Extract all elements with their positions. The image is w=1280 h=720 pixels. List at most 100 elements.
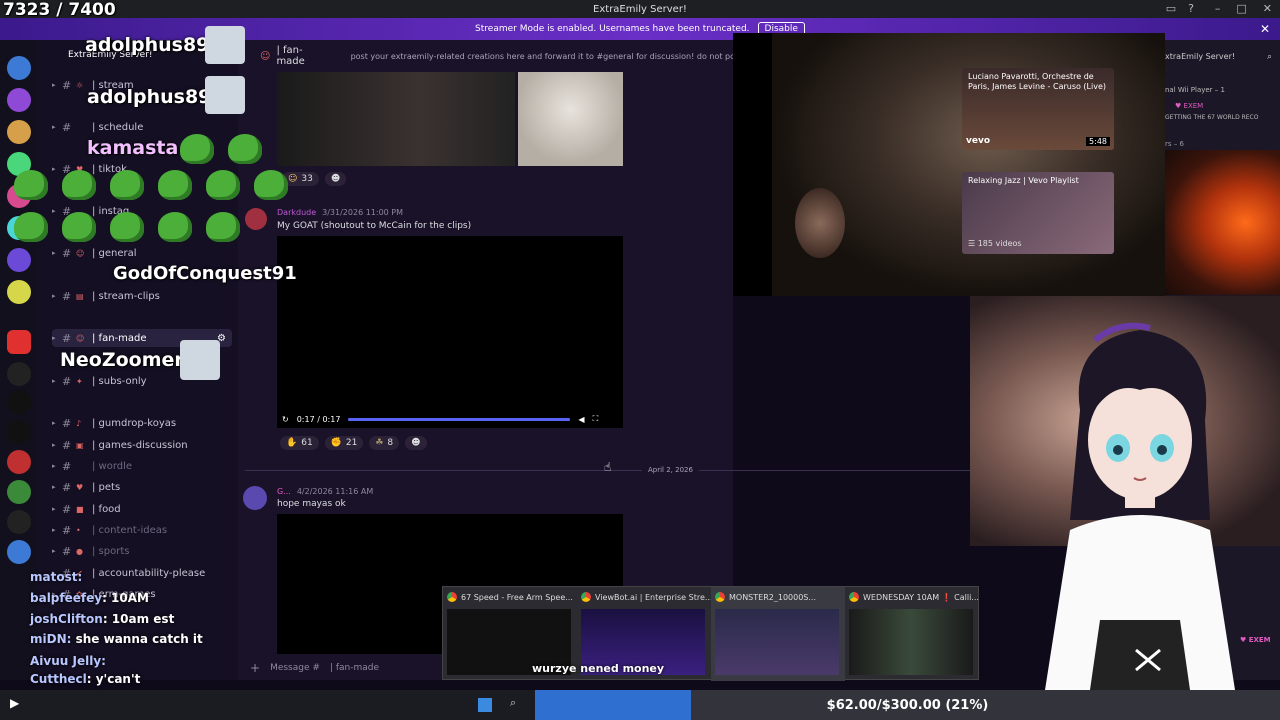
fullscreen-icon[interactable]: ⛶ bbox=[593, 414, 599, 424]
vtuber-avatar bbox=[1045, 322, 1235, 690]
help-icon[interactable]: ? bbox=[1188, 2, 1194, 15]
avatar[interactable] bbox=[243, 486, 267, 510]
taskbar-search-icon[interactable]: ⌕ bbox=[510, 696, 516, 710]
add-reaction-icon[interactable]: ☻ bbox=[324, 172, 347, 186]
channel-item[interactable]: ▸ # | wordle bbox=[52, 457, 132, 475]
message-time: 3/31/2026 11:00 PM bbox=[322, 208, 404, 217]
server-icon[interactable] bbox=[7, 390, 31, 414]
tab-preview[interactable]: MONSTER2_10000S... bbox=[711, 587, 845, 681]
search-icon[interactable]: ⌕ bbox=[1267, 52, 1272, 62]
reaction-emoji: ✊ bbox=[330, 438, 342, 448]
message-author[interactable]: G... bbox=[277, 487, 291, 496]
video-progress[interactable] bbox=[348, 417, 571, 421]
expand-arrow-icon[interactable]: ▸ bbox=[52, 165, 62, 173]
channel-item[interactable]: ▸ # ■ | food bbox=[52, 500, 121, 518]
expand-arrow-icon[interactable]: ▸ bbox=[52, 526, 62, 534]
channel-emoji-icon: ● bbox=[76, 546, 83, 556]
playlist-card[interactable]: Relaxing Jazz | Vevo Playlist ☰ 185 vide… bbox=[962, 172, 1114, 254]
expand-arrow-icon[interactable]: ▸ bbox=[52, 547, 62, 555]
video-card[interactable]: Luciano Pavarotti, Orchestre de Paris, J… bbox=[962, 68, 1114, 150]
channel-item[interactable]: ▸ # ♪ | gumdrop-koyas bbox=[52, 414, 176, 432]
expand-arrow-icon[interactable]: ▸ bbox=[52, 419, 62, 427]
server-icon[interactable] bbox=[7, 56, 31, 80]
channel-hash-icon: # bbox=[62, 289, 72, 303]
expand-arrow-icon[interactable]: ▸ bbox=[52, 81, 62, 89]
reaction[interactable]: ✋ 61 bbox=[280, 436, 319, 450]
window-title: ExtraEmily Server! bbox=[593, 3, 687, 15]
youtube-icon[interactable] bbox=[7, 330, 31, 354]
message-meta: Darkdude 3/31/2026 11:00 PM bbox=[277, 208, 403, 217]
overlay-chat-user: joshClifton bbox=[30, 612, 103, 626]
server-icon[interactable] bbox=[7, 120, 31, 144]
video-progress-fill bbox=[348, 417, 571, 421]
inbox-icon[interactable]: ▭ bbox=[1166, 2, 1176, 15]
overlay-chat-line: Cutthecl: y'can't bbox=[30, 672, 140, 686]
server-icon[interactable] bbox=[7, 88, 31, 112]
channel-header: ☺ | fan-made post your extraemily-relate… bbox=[238, 45, 733, 67]
playlist-count: ☰ 185 videos bbox=[968, 239, 1022, 248]
expand-arrow-icon[interactable]: ▸ bbox=[52, 377, 62, 385]
overlay-chat-message: she wanna catch it bbox=[71, 632, 203, 646]
channel-item[interactable]: ▸ # ✦ | subs-only bbox=[52, 372, 147, 390]
server-icon[interactable] bbox=[7, 540, 31, 564]
channel-hash-icon: # bbox=[62, 120, 72, 134]
expand-arrow-icon[interactable]: ▸ bbox=[52, 123, 62, 131]
vtuber-pupil-left bbox=[1113, 445, 1123, 455]
volume-icon[interactable]: ◀ bbox=[578, 415, 584, 424]
expand-arrow-icon[interactable]: ▸ bbox=[52, 207, 62, 215]
reaction[interactable]: ✊ 21 bbox=[324, 436, 364, 450]
channel-item[interactable]: ▸ # ♥ | pets bbox=[52, 478, 120, 496]
message-author[interactable]: Darkdude bbox=[277, 208, 316, 217]
close-window-icon[interactable]: ✕ bbox=[1263, 2, 1272, 15]
server-icon[interactable] bbox=[7, 510, 31, 534]
overlay-username: NeoZoomer bbox=[60, 349, 184, 371]
windows-start-icon[interactable] bbox=[478, 698, 492, 712]
pepe-emote-icon bbox=[62, 170, 96, 200]
channel-item[interactable]: ▸ # ▣ | games-discussion bbox=[52, 436, 188, 454]
tab-title: ViewBot.ai | Enterprise Stre... bbox=[595, 593, 711, 602]
channel-emoji-icon: ✦ bbox=[76, 376, 83, 386]
tab-thumbnail bbox=[849, 609, 973, 675]
minimize-icon[interactable]: – bbox=[1215, 2, 1221, 15]
right-badge: ♥ EXEM bbox=[1240, 636, 1271, 644]
reaction-emoji: ✋ bbox=[286, 438, 298, 448]
expand-arrow-icon[interactable]: ▸ bbox=[52, 441, 62, 449]
expand-arrow-icon[interactable]: ▸ bbox=[52, 505, 62, 513]
play-icon[interactable]: ▶ bbox=[10, 696, 19, 710]
replay-icon[interactable]: ↻ bbox=[282, 415, 289, 424]
channel-emoji-icon: ■ bbox=[76, 504, 84, 514]
channel-emoji-icon: ☺ bbox=[76, 333, 85, 343]
server-icon[interactable] bbox=[7, 248, 31, 272]
channel-label: | gumdrop-koyas bbox=[92, 417, 177, 429]
close-icon[interactable]: ✕ bbox=[1260, 22, 1270, 36]
server-icon[interactable] bbox=[7, 280, 31, 304]
channel-item[interactable]: ▸ # ● | sports bbox=[52, 542, 129, 560]
channel-item[interactable]: ▸ # ▤ | stream-clips bbox=[52, 287, 160, 305]
server-icon[interactable] bbox=[7, 450, 31, 474]
expand-arrow-icon[interactable]: ▸ bbox=[52, 334, 62, 342]
expand-arrow-icon[interactable]: ▸ bbox=[52, 462, 62, 470]
image-attachment[interactable] bbox=[277, 72, 515, 166]
expand-arrow-icon[interactable]: ▸ bbox=[52, 292, 62, 300]
channel-hash-icon: # bbox=[62, 480, 72, 494]
tab-preview[interactable]: WEDNESDAY 10AM ❗ Calli... bbox=[845, 587, 979, 681]
reaction[interactable]: ☘ 8 bbox=[369, 436, 400, 450]
channel-item[interactable]: ▸ # | schedule bbox=[52, 118, 143, 136]
date-divider: April 2, 2026 bbox=[642, 466, 699, 474]
image-attachment[interactable] bbox=[518, 72, 623, 166]
video-player[interactable] bbox=[277, 236, 623, 428]
add-reaction-icon[interactable]: ☻ bbox=[405, 436, 427, 450]
message-input[interactable]: + Message # | fan-made bbox=[238, 656, 438, 680]
expand-arrow-icon[interactable]: ▸ bbox=[52, 249, 62, 257]
add-attachment-icon[interactable]: + bbox=[250, 661, 260, 675]
expand-arrow-icon[interactable]: ▸ bbox=[52, 483, 62, 491]
activity-line: GETTING THE 67 WORLD RECO bbox=[1165, 114, 1259, 121]
server-icon[interactable] bbox=[7, 480, 31, 504]
server-icon[interactable] bbox=[7, 362, 31, 386]
channel-item[interactable]: ▸ # ☺ | general bbox=[52, 244, 137, 262]
maximize-icon[interactable]: □ bbox=[1236, 2, 1246, 15]
server-icon[interactable] bbox=[7, 420, 31, 444]
channel-item[interactable]: ▸ # • | content-ideas bbox=[52, 521, 167, 539]
overlay-chat-line: joshClifton: 10am est bbox=[30, 612, 174, 626]
avatar[interactable] bbox=[245, 208, 267, 230]
